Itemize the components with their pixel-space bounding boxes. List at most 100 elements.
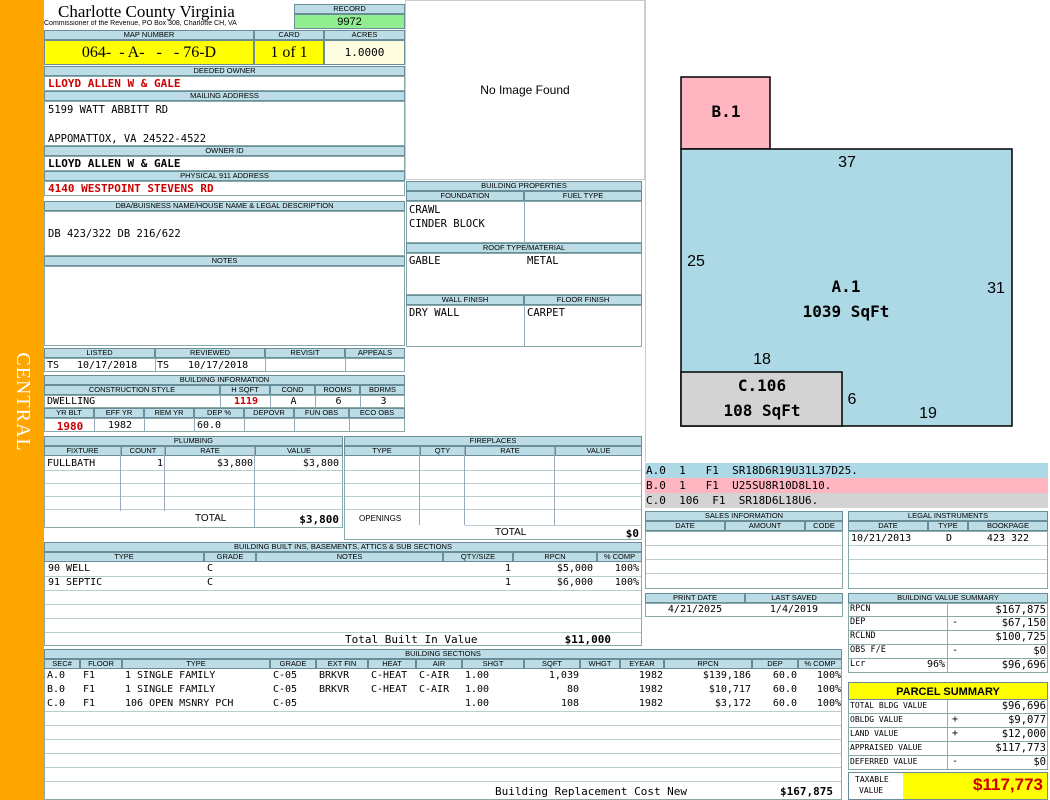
vs-sign: - bbox=[952, 617, 959, 628]
reviewed-date: 10/17/2018 bbox=[188, 360, 249, 371]
construction-style: DWELLING bbox=[47, 396, 96, 407]
sections-col-11: RPCN bbox=[664, 659, 752, 669]
builtin-1-type: 90 WELL bbox=[48, 563, 91, 574]
roof-material: METAL bbox=[527, 255, 559, 267]
builtin-1-qty: 1 bbox=[504, 563, 511, 574]
sketch-dim-right: 31 bbox=[987, 280, 1005, 297]
legal-bookpage: 423 322 bbox=[986, 533, 1030, 544]
sections-col-13: % COMP bbox=[798, 659, 842, 669]
deeded-owner-label: DEEDED OWNER bbox=[44, 66, 405, 76]
sections-col-5: HEAT bbox=[368, 659, 416, 669]
legend-row-b: B.0 1 F1 U25SU8R10D8L10. bbox=[645, 478, 1048, 493]
legal-col-date: DATE bbox=[848, 521, 928, 531]
ps-value: $96,696 bbox=[1001, 700, 1046, 712]
section-row-1-cell-12: 60.0 bbox=[772, 684, 797, 695]
owner-id-label: OWNER ID bbox=[44, 146, 405, 156]
acres-label: ACRES bbox=[324, 30, 405, 40]
builtin-2-rpcn: $6,000 bbox=[556, 577, 593, 588]
sketch-area-a: 1039 SqFt bbox=[803, 302, 890, 321]
section-row-1-cell-4: BRKVR bbox=[319, 684, 350, 695]
record-value: 9972 bbox=[294, 14, 405, 29]
physical-address: 4140 WESTPOINT STEVENS RD bbox=[44, 181, 405, 196]
legal-label: LEGAL INSTRUMENTS bbox=[848, 511, 1048, 521]
plumbing-col-value: VALUE bbox=[255, 446, 343, 456]
vs-value: $0 bbox=[1033, 645, 1046, 657]
building-info-header-row-2: YR BLT EFF YR REM YR DEP % DEPOVR FUN OB… bbox=[44, 408, 405, 418]
floor-finish-label: FLOOR FINISH bbox=[524, 295, 642, 305]
builtins-total-label: Total Built In Value bbox=[345, 633, 478, 646]
section-row-2-cell-7: 1.00 bbox=[465, 698, 490, 709]
print-date: 4/21/2025 bbox=[667, 604, 723, 615]
wall-finish-label: WALL FINISH bbox=[406, 295, 524, 305]
sections-col-9: WHGT bbox=[580, 659, 620, 669]
builtin-1-rpcn: $5,000 bbox=[556, 563, 593, 574]
fireplace-total: $0 bbox=[625, 527, 639, 540]
print-date-label: PRINT DATE bbox=[645, 593, 745, 603]
hsqft-value: 1119 bbox=[233, 396, 259, 407]
parcel-summary-row: DEFERRED VALUE - $0 bbox=[848, 756, 1048, 770]
section-row-0-cell-10: 1982 bbox=[638, 670, 663, 681]
fireplaces-table: TYPE QTY RATE VALUE OPENINGS TOTAL $0 bbox=[344, 446, 642, 540]
parcel-summary-row: OBLDG VALUE + $9,077 bbox=[848, 714, 1048, 728]
builtins-col-grade: GRADE bbox=[204, 552, 256, 562]
sketch-legend: A.0 1 F1 SR18D6R19U31L37D25. B.0 1 F1 U2… bbox=[645, 463, 1048, 508]
dep-label: DEP % bbox=[194, 408, 244, 418]
ps-sign: + bbox=[952, 714, 959, 725]
legend-row-c: C.0 106 F1 SR18D6L18U6. bbox=[645, 493, 1048, 508]
ps-value: $0 bbox=[1033, 756, 1046, 768]
section-row-1-cell-10: 1982 bbox=[638, 684, 663, 695]
bdrms-value: 3 bbox=[380, 396, 387, 407]
builtins-col-qty: QTY/SIZE bbox=[443, 552, 513, 562]
section-row-0-cell-8: 1,039 bbox=[548, 670, 579, 681]
cond-label: COND bbox=[270, 385, 315, 395]
section-row-0-cell-5: C-HEAT bbox=[371, 670, 408, 681]
plumbing-rate: $3,800 bbox=[216, 458, 253, 469]
section-row-1-cell-8: 80 bbox=[566, 684, 579, 695]
taxable-label-2: VALUE bbox=[859, 786, 884, 795]
plumbing-col-rate: RATE bbox=[165, 446, 255, 456]
section-row-2-cell-2: 106 OPEN MSNRY PCH bbox=[125, 698, 234, 709]
legal-col-bookpage: BOOKPAGE bbox=[968, 521, 1048, 531]
reviewed-label: REVIEWED bbox=[155, 348, 265, 358]
sales-col-code: CODE bbox=[805, 521, 843, 531]
legal-col-type: TYPE bbox=[928, 521, 968, 531]
header-panel: Charlotte County Virginia Commissioner o… bbox=[44, 0, 405, 30]
parcel-summary-row: APPRAISED VALUE $117,773 bbox=[848, 742, 1048, 756]
building-info-row-2: 1980 1982 60.0 bbox=[44, 418, 405, 433]
roof-box: GABLE METAL bbox=[406, 253, 642, 295]
sketch-dim-c-right: 6 bbox=[848, 391, 857, 408]
rooms-value: 6 bbox=[335, 396, 342, 407]
depovr-label: DEPOVR bbox=[244, 408, 294, 418]
ps-value: $9,077 bbox=[1008, 714, 1046, 726]
fireplace-col-type: TYPE bbox=[344, 446, 420, 456]
section-row-0-cell-0: A.0 bbox=[47, 670, 66, 681]
plumbing-col-fixture: FIXTURE bbox=[44, 446, 121, 456]
dba-box: DB 423/322 DB 216/622 bbox=[44, 211, 405, 256]
builtin-2-comp: 100% bbox=[614, 577, 639, 588]
value-summary-row: RPCN $167,875 bbox=[848, 603, 1048, 617]
builtins-col-rpcn: RPCN bbox=[513, 552, 597, 562]
sections-col-7: SHGT bbox=[462, 659, 524, 669]
section-row-2-cell-3: C-05 bbox=[273, 698, 298, 709]
remyr-label: REM YR bbox=[144, 408, 194, 418]
builtins-col-comp: % COMP bbox=[597, 552, 642, 562]
section-row-2-cell-0: C.0 bbox=[47, 698, 66, 709]
funobs-label: FUN OBS bbox=[294, 408, 349, 418]
vs-sign: - bbox=[952, 645, 959, 656]
sections-col-10: EYEAR bbox=[620, 659, 664, 669]
fireplace-col-value: VALUE bbox=[555, 446, 642, 456]
revisit-label: REVISIT bbox=[265, 348, 345, 358]
parcel-summary-table: TOTAL BLDG VALUE $96,696 OBLDG VALUE + $9,07… bbox=[848, 700, 1048, 772]
builtin-2-type: 91 SEPTIC bbox=[48, 577, 103, 588]
sketch-dim-c-top: 18 bbox=[753, 351, 771, 368]
legal-date: 10/21/2013 bbox=[851, 533, 912, 544]
roof-type: GABLE bbox=[409, 255, 441, 267]
sections-col-1: FLOOR bbox=[80, 659, 122, 669]
sketch-dim-left: 25 bbox=[687, 253, 705, 270]
builtins-table: TYPE GRADE NOTES QTY/SIZE RPCN % COMP 90… bbox=[44, 552, 642, 646]
sales-table bbox=[645, 531, 843, 589]
vs-value: $100,725 bbox=[995, 631, 1046, 643]
sections-col-8: SQFT bbox=[524, 659, 580, 669]
map-number-label: MAP NUMBER bbox=[44, 30, 254, 40]
ps-key: OBLDG VALUE bbox=[850, 715, 903, 724]
